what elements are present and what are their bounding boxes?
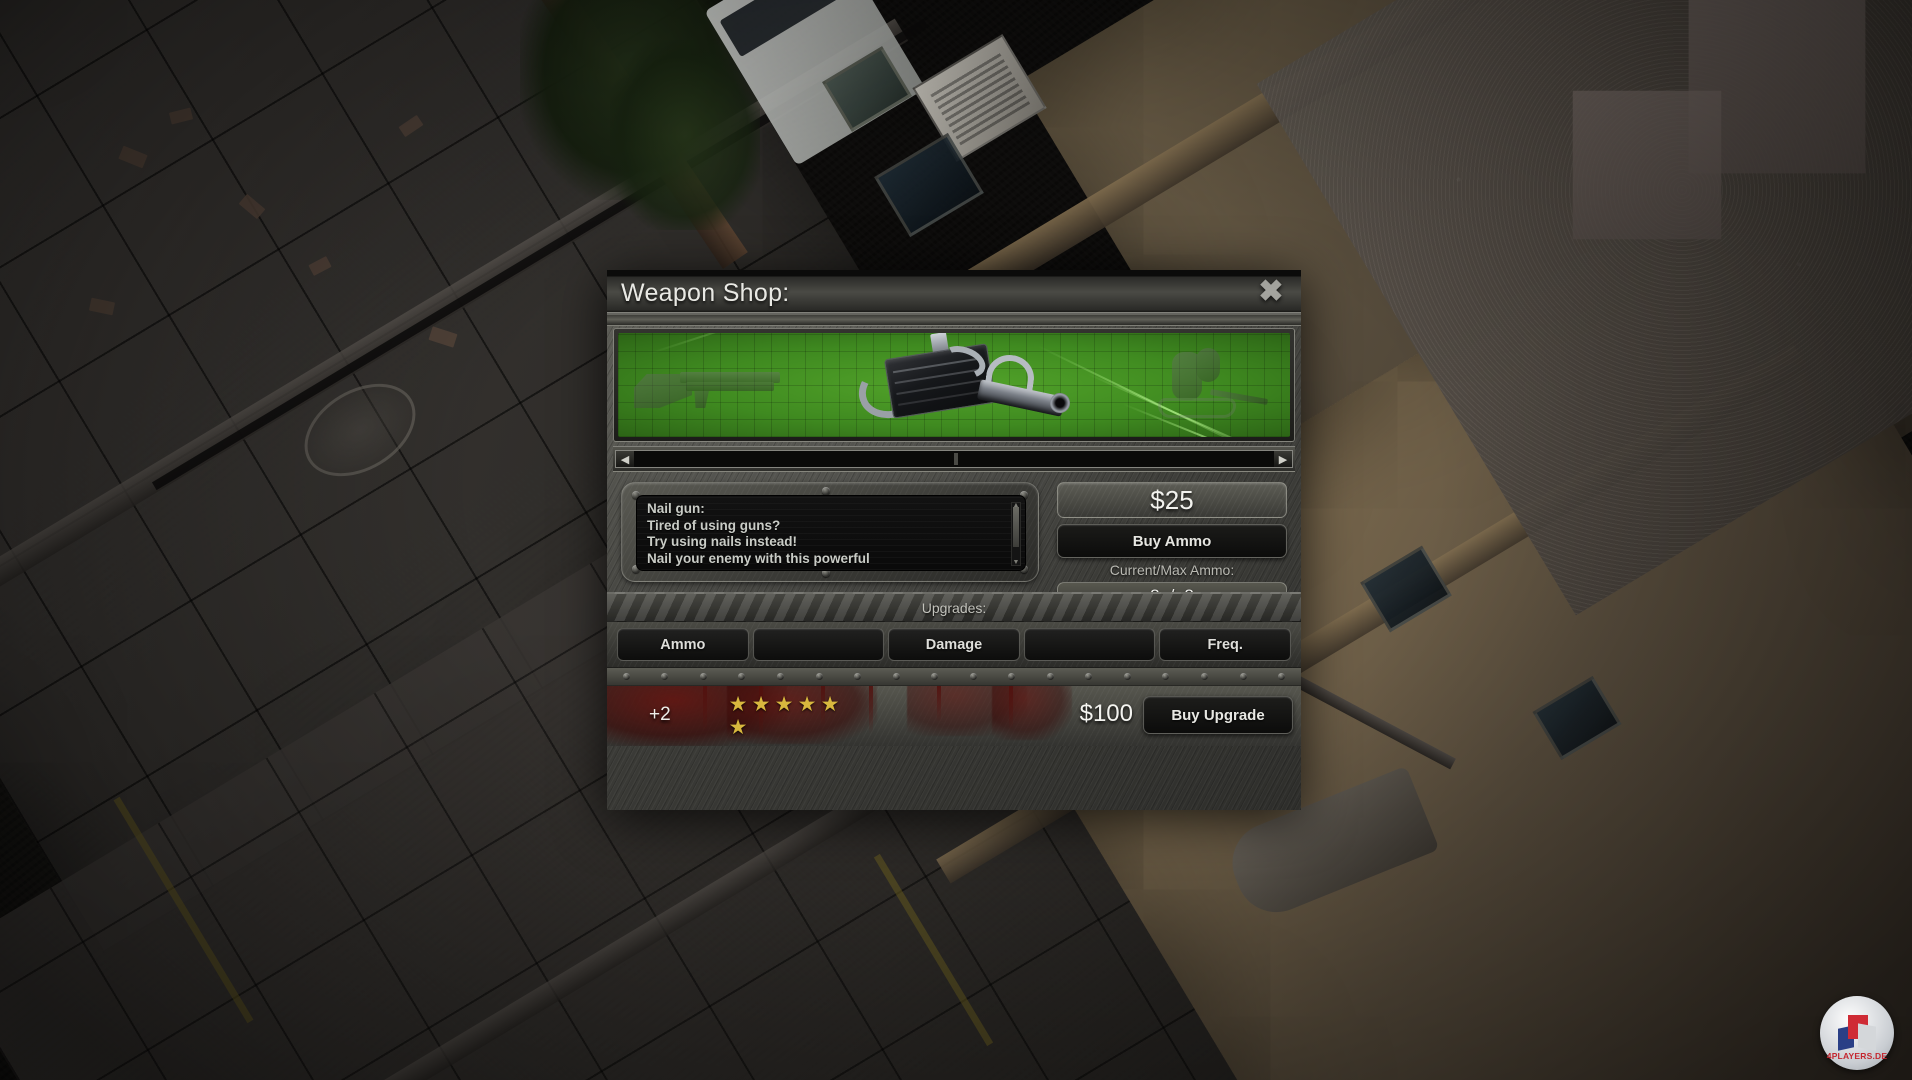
- strip-rivet: [1008, 673, 1016, 680]
- rivet-divider-strip: [607, 668, 1301, 686]
- carousel-scroll-track[interactable]: [634, 451, 1274, 467]
- strip-rivet: [1046, 673, 1054, 680]
- upgrades-header-label: Upgrades:: [921, 599, 987, 616]
- strip-rivet: [1239, 673, 1247, 680]
- shotgun-pump: [686, 382, 774, 391]
- strip-rivet: [1200, 673, 1208, 680]
- watermark-logo: 4PLAYERS.DE: [1820, 996, 1894, 1070]
- blood-drip-6: [1009, 686, 1013, 730]
- upgrade-button-label: Damage: [925, 636, 983, 653]
- scroll-down-icon[interactable]: ▼: [1012, 559, 1020, 566]
- blood-stain-4: [992, 686, 1072, 740]
- dialog-title-bar: Weapon Shop: ✖: [607, 270, 1301, 314]
- tree-canopy-secondary: [610, 40, 760, 230]
- weapon-description-screen[interactable]: Nail gun: Tired of using guns? Try using…: [636, 495, 1026, 571]
- strip-rivet: [1278, 673, 1286, 680]
- weapon-shop-dialog: Weapon Shop: ✖ ◀ ▶ Nail gun: Tired of us…: [607, 270, 1301, 810]
- star-icon: ★: [774, 693, 794, 716]
- strip-rivet: [892, 673, 900, 680]
- page-title: Weapon Shop:: [621, 279, 790, 307]
- upgrade-button-slot-4[interactable]: [1023, 628, 1156, 661]
- description-line: Nail gun:: [647, 501, 705, 516]
- ammo-price-box: $25: [1057, 482, 1287, 518]
- upgrade-purchase-bar: +2 ★ ★ ★ ★ ★ ★ $100 Buy Upgrade: [607, 686, 1301, 746]
- weapon-carousel[interactable]: [618, 333, 1290, 437]
- flamethrower-harness: [1158, 398, 1236, 418]
- strip-rivet: [738, 673, 746, 680]
- strip-rivet: [622, 673, 630, 680]
- blood-drip-5: [937, 686, 941, 722]
- buy-ammo-label: Buy Ammo: [1132, 532, 1212, 550]
- upgrades-button-row: Ammo Damage Freq.: [607, 622, 1301, 668]
- screen-scratch-4: [647, 333, 763, 355]
- upgrade-button-label: Ammo: [660, 636, 706, 653]
- buy-ammo-button[interactable]: Buy Ammo: [1057, 524, 1287, 558]
- buy-upgrade-label: Buy Upgrade: [1171, 706, 1265, 724]
- carousel-item-flamethrower[interactable]: [1150, 346, 1270, 424]
- strip-rivet: [699, 673, 707, 680]
- description-line: Try using nails instead!: [647, 534, 798, 549]
- upgrade-button-damage[interactable]: Damage: [888, 628, 1020, 661]
- blood-drip-4: [869, 686, 873, 734]
- title-underbar: [607, 314, 1301, 326]
- watermark-text: 4PLAYERS.DE: [1826, 1051, 1888, 1061]
- upgrade-button-ammo[interactable]: Ammo: [617, 628, 749, 661]
- weapon-carousel-frame: [613, 328, 1295, 442]
- ammo-price-value: $25: [1150, 484, 1194, 515]
- carousel-scroll-thumb[interactable]: [954, 453, 958, 465]
- strip-rivet: [776, 673, 784, 680]
- upgrade-button-label: Freq.: [1207, 636, 1243, 653]
- ammo-counter-label: Current/Max Ammo:: [1109, 562, 1235, 578]
- description-line: Tired of using guns?: [647, 517, 781, 533]
- description-scroll-thumb[interactable]: [1013, 507, 1019, 547]
- upgrade-bonus-value: +2: [649, 704, 671, 725]
- strip-rivet: [1085, 673, 1093, 680]
- strip-rivet: [854, 673, 862, 680]
- upgrade-price-value: $100: [1079, 700, 1133, 727]
- chevron-left-icon[interactable]: ◀: [616, 451, 634, 467]
- star-icon: ★: [797, 693, 817, 716]
- strip-rivet: [661, 673, 669, 680]
- close-icon[interactable]: ✖: [1255, 276, 1287, 308]
- weapon-info-section: Nail gun: Tired of using guns? Try using…: [607, 474, 1301, 610]
- upgrade-button-slot-2[interactable]: [752, 628, 885, 661]
- upgrade-star-rating: ★ ★ ★ ★ ★ ★: [727, 694, 845, 739]
- description-line: Nail your enemy with this powerful: [647, 550, 870, 566]
- star-icon: ★: [751, 693, 771, 716]
- carousel-item-nail-gun[interactable]: [836, 333, 1072, 437]
- flamethrower-tank-small: [1196, 348, 1220, 382]
- blood-drip-1: [703, 686, 707, 732]
- strip-rivet: [1162, 673, 1170, 680]
- carousel-scrollbar-area: ◀ ▶: [613, 446, 1295, 472]
- upgrade-button-freq[interactable]: Freq.: [1159, 628, 1291, 661]
- star-icon: ★: [728, 716, 748, 739]
- blood-stain-3: [907, 686, 1027, 736]
- upgrades-header: Upgrades:: [607, 592, 1301, 622]
- strip-rivet: [815, 673, 823, 680]
- buy-upgrade-button[interactable]: Buy Upgrade: [1143, 696, 1293, 734]
- description-scrollbar[interactable]: ▲ ▼: [1011, 502, 1021, 566]
- star-icon: ★: [728, 693, 748, 716]
- carousel-item-shotgun[interactable]: [634, 356, 782, 414]
- star-icon: ★: [820, 693, 840, 716]
- carousel-scrollbar[interactable]: ◀ ▶: [615, 450, 1293, 468]
- strip-rivet: [969, 673, 977, 680]
- strip-rivet: [931, 673, 939, 680]
- description-bezel: Nail gun: Tired of using guns? Try using…: [621, 482, 1039, 582]
- watermark-mark-icon: [1836, 1015, 1878, 1051]
- chevron-right-icon[interactable]: ▶: [1274, 451, 1292, 467]
- bezel-rivet-tc: [822, 487, 830, 495]
- strip-rivet: [1123, 673, 1131, 680]
